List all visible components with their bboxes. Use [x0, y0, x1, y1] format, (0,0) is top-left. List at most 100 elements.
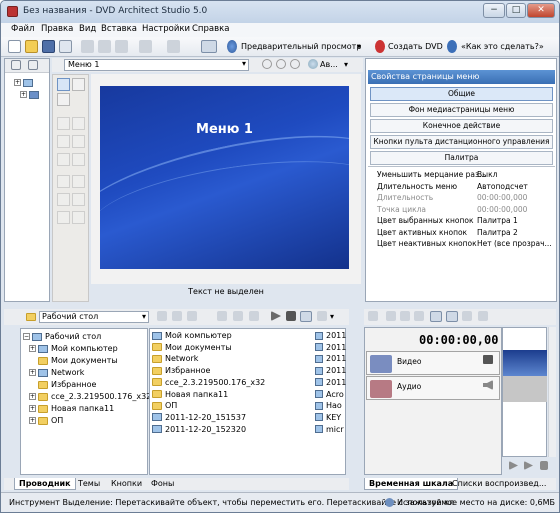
create-dvd-icon[interactable]: [375, 40, 385, 53]
property-value[interactable]: Палитра 2: [477, 227, 518, 238]
file-list-item-col2[interactable]: KEY: [315, 413, 341, 422]
audio-edit-icon[interactable]: [478, 311, 488, 321]
align-top-icon[interactable]: [72, 117, 85, 130]
same-width-icon[interactable]: [57, 193, 70, 206]
file-list-item[interactable]: Избранное: [152, 366, 210, 375]
tree-item[interactable]: − Рабочий стол: [23, 332, 101, 341]
project-tree-node[interactable]: +: [20, 90, 42, 99]
pause-icon[interactable]: [540, 461, 548, 470]
up-folder-icon[interactable]: [157, 311, 167, 321]
tab-timeline[interactable]: Временная шкала: [364, 478, 459, 490]
file-list-item-col2[interactable]: 2011: [315, 366, 346, 375]
properties-background-button[interactable]: Фон медиастраницы меню: [370, 103, 553, 117]
play-from-start-icon[interactable]: [524, 461, 533, 470]
snap-tool-icon[interactable]: [201, 40, 217, 53]
edit-tool-icon[interactable]: [446, 311, 458, 322]
property-value[interactable]: Нет (все прозрач...: [477, 238, 552, 249]
align-right-icon[interactable]: [57, 153, 70, 166]
snap-icon[interactable]: [430, 311, 442, 322]
menu-page-select[interactable]: Меню 1: [64, 59, 249, 71]
property-value[interactable]: 00:00:00,000: [477, 204, 527, 215]
close-button[interactable]: ✕: [527, 3, 555, 18]
file-list-item-col2[interactable]: 2011: [315, 354, 346, 363]
tab-playlists[interactable]: Списки воспроизвед...: [448, 478, 550, 490]
refresh-icon[interactable]: [172, 311, 182, 321]
help-icon[interactable]: [447, 40, 457, 53]
properties-icon[interactable]: [59, 40, 72, 53]
save-icon[interactable]: [42, 40, 55, 53]
property-row[interactable]: Цвет активных кнопок Палитра 2: [369, 227, 554, 238]
property-row[interactable]: Длительность 00:00:00,000: [369, 192, 554, 203]
views-dropdown-icon[interactable]: ▾: [330, 312, 334, 321]
menu-title-text[interactable]: Меню 1: [100, 122, 349, 137]
undo-icon[interactable]: [139, 40, 152, 53]
preview-icon[interactable]: [227, 40, 237, 53]
properties-palette-button[interactable]: Палитра: [370, 151, 553, 165]
cut-icon[interactable]: [81, 40, 94, 53]
file-list-item[interactable]: Мои документы: [152, 343, 232, 352]
tab-backgrounds[interactable]: Фоны: [147, 478, 178, 490]
distribute-h-icon[interactable]: [57, 175, 70, 188]
stop-icon[interactable]: [286, 311, 296, 321]
tree-item[interactable]: + ОП: [29, 416, 63, 425]
zoom-icon[interactable]: [462, 311, 472, 321]
file-list-item[interactable]: Новая папка11: [152, 390, 228, 399]
timeline-scrollbar[interactable]: [548, 327, 556, 457]
tool-icon[interactable]: [368, 311, 378, 321]
file-list-item[interactable]: 2011-12-20_152320: [152, 425, 246, 434]
speaker-icon[interactable]: [483, 380, 493, 390]
align-center-icon[interactable]: [57, 135, 70, 148]
properties-remote-buttons-button[interactable]: Кнопки пульта дистанционного управления: [370, 135, 553, 149]
tree-item[interactable]: + Мой компьютер: [29, 344, 118, 353]
tree-item[interactable]: + Новая папка11: [29, 404, 114, 413]
auto-preview-icon[interactable]: [300, 311, 312, 322]
tab-explorer[interactable]: Проводник: [14, 478, 76, 490]
same-height-icon[interactable]: [72, 193, 85, 206]
trim-icon[interactable]: [414, 311, 424, 321]
explorer-path-select[interactable]: Рабочий стол: [39, 311, 149, 323]
video-clip[interactable]: [503, 350, 547, 376]
text-tool-icon[interactable]: [57, 93, 70, 106]
target-icon[interactable]: [28, 60, 38, 70]
menu-select-arrow-icon[interactable]: ▾: [242, 59, 246, 68]
file-list-item[interactable]: ОП: [152, 401, 177, 410]
video-track-header[interactable]: Видео: [366, 351, 500, 375]
nav-up-icon[interactable]: [262, 59, 272, 69]
tree-item[interactable]: Мои документы: [38, 356, 118, 365]
delete-icon[interactable]: [217, 311, 227, 321]
property-value[interactable]: 00:00:00,000: [477, 192, 527, 203]
project-tree-node[interactable]: +: [14, 78, 36, 87]
property-row[interactable]: Цвет выбранных кнопок Палитра 1: [369, 215, 554, 226]
align-bottom-icon[interactable]: [72, 153, 85, 166]
property-row[interactable]: Длительность меню Автоподсчет: [369, 181, 554, 192]
move-icon[interactable]: [11, 60, 21, 70]
tab-buttons[interactable]: Кнопки: [107, 478, 146, 490]
new-project-icon[interactable]: [8, 40, 21, 53]
play-icon[interactable]: [271, 311, 281, 321]
file-list-item[interactable]: Network: [152, 354, 198, 363]
view-icon[interactable]: [308, 59, 318, 69]
file-list-item-col2[interactable]: micr: [315, 425, 344, 434]
cut-file-icon[interactable]: [249, 311, 259, 321]
tree-item[interactable]: + Network: [29, 368, 84, 377]
preview-label[interactable]: Предварительный просмотр: [241, 42, 361, 51]
redo-icon[interactable]: [167, 40, 180, 53]
property-row[interactable]: Точка цикла 00:00:00,000: [369, 204, 554, 215]
property-value[interactable]: Выкл: [477, 169, 497, 180]
howto-label[interactable]: «Как это сделать?»: [461, 42, 544, 51]
file-list-item-col2[interactable]: 2011: [315, 343, 346, 352]
file-list-item-col2[interactable]: Hao: [315, 401, 342, 410]
paste-icon[interactable]: [115, 40, 128, 53]
menu-canvas[interactable]: Меню 1: [100, 86, 349, 269]
file-list-item[interactable]: 2011-12-20_151537: [152, 413, 246, 422]
audio-track-header[interactable]: Аудио: [366, 376, 500, 400]
minimize-button[interactable]: −: [483, 3, 505, 18]
tree-item[interactable]: Избранное: [38, 380, 96, 389]
property-value[interactable]: Автоподсчет: [477, 181, 528, 192]
center-h-icon[interactable]: [57, 211, 70, 224]
property-row[interactable]: Цвет неактивных кнопок Нет (все прозрач..…: [369, 238, 554, 249]
copy-icon[interactable]: [98, 40, 111, 53]
video-toggle-icon[interactable]: [483, 355, 493, 364]
timeline-tracks-area[interactable]: [502, 327, 547, 457]
properties-general-button[interactable]: Общие: [370, 87, 553, 101]
